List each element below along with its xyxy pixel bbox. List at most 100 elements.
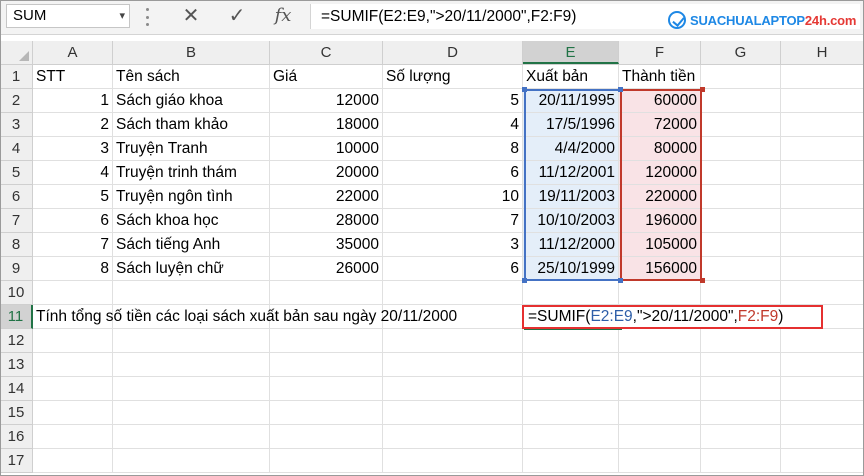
table-cell[interactable]: Truyện Tranh — [113, 137, 269, 160]
table-cell[interactable]: 120000 — [619, 161, 700, 184]
range-handle[interactable] — [522, 278, 527, 283]
header-cell-stt[interactable]: STT — [33, 65, 112, 88]
table-cell[interactable]: 28000 — [270, 209, 382, 232]
table-cell[interactable]: 2 — [33, 113, 112, 136]
table-cell[interactable]: 4 — [33, 161, 112, 184]
table-cell[interactable]: 1 — [33, 89, 112, 112]
table-cell[interactable]: 6 — [383, 161, 522, 184]
column-header-g[interactable]: G — [701, 41, 781, 64]
table-cell[interactable]: Sách khoa học — [113, 209, 269, 232]
column-header-f[interactable]: F — [619, 41, 701, 64]
table-cell[interactable]: Sách tham khảo — [113, 113, 269, 136]
table-cell[interactable]: 5 — [33, 185, 112, 208]
logo-check-icon — [668, 11, 686, 29]
range-handle[interactable] — [522, 87, 527, 92]
column-header-d[interactable]: D — [383, 41, 523, 64]
table-cell[interactable]: 6 — [383, 257, 522, 280]
table-cell[interactable]: 19/11/2003 — [523, 185, 618, 208]
column-header-c[interactable]: C — [270, 41, 383, 64]
range-handle[interactable] — [618, 278, 623, 283]
row-header-5[interactable]: 5 — [0, 161, 33, 185]
row-header-9[interactable]: 9 — [0, 257, 33, 281]
column-header-h[interactable]: H — [781, 41, 864, 64]
table-cell[interactable]: 8 — [383, 137, 522, 160]
table-cell[interactable]: 35000 — [270, 233, 382, 256]
column-header-b[interactable]: B — [113, 41, 270, 64]
table-cell[interactable]: 11/12/2000 — [523, 233, 618, 256]
table-cell[interactable]: 72000 — [619, 113, 700, 136]
table-cell[interactable]: 3 — [383, 233, 522, 256]
table-cell[interactable]: 196000 — [619, 209, 700, 232]
row-header-13[interactable]: 13 — [0, 353, 33, 377]
worksheet-grid[interactable]: STT Tên sách Giá Số lượng Xuất bản Thành tiền… — [33, 65, 864, 473]
column-header-a[interactable]: A — [33, 41, 113, 64]
table-cell[interactable]: 220000 — [619, 185, 700, 208]
range-handle[interactable] — [700, 87, 705, 92]
row-header-16[interactable]: 16 — [0, 425, 33, 449]
row-header-17[interactable]: 17 — [0, 449, 33, 473]
row-header-7[interactable]: 7 — [0, 209, 33, 233]
table-cell[interactable]: 80000 — [619, 137, 700, 160]
table-cell[interactable]: 4 — [383, 113, 522, 136]
table-cell[interactable]: 156000 — [619, 257, 700, 280]
row-header-1[interactable]: 1 — [0, 65, 33, 89]
column-header-e[interactable]: E — [523, 41, 619, 64]
formula-bar-resize-handle[interactable] — [144, 8, 150, 26]
range-reference: E2:E9 — [590, 308, 633, 325]
table-cell[interactable]: 18000 — [270, 113, 382, 136]
table-cell[interactable]: 10 — [383, 185, 522, 208]
select-all-button[interactable] — [0, 41, 33, 64]
table-cell[interactable]: Sách giáo khoa — [113, 89, 269, 112]
row-header-8[interactable]: 8 — [0, 233, 33, 257]
row-header-15[interactable]: 15 — [0, 401, 33, 425]
range-handle[interactable] — [618, 87, 623, 92]
row-header-12[interactable]: 12 — [0, 329, 33, 353]
table-cell[interactable]: Sách luyện chữ — [113, 257, 269, 280]
table-cell[interactable]: 7 — [383, 209, 522, 232]
table-cell[interactable]: Truyện ngôn tình — [113, 185, 269, 208]
table-cell[interactable]: 12000 — [270, 89, 382, 112]
range-handle[interactable] — [700, 278, 705, 283]
row-header-10[interactable]: 10 — [0, 281, 33, 305]
enter-icon[interactable]: ✓ — [222, 3, 252, 29]
name-box[interactable]: SUM ▾ — [6, 4, 130, 28]
table-cell[interactable]: 25/10/1999 — [523, 257, 618, 280]
row-header-2[interactable]: 2 — [0, 89, 33, 113]
table-cell[interactable]: 26000 — [270, 257, 382, 280]
table-cell[interactable]: 20/11/1995 — [523, 89, 618, 112]
note-text[interactable]: Tính tổng số tiền các loại sách xuất bản… — [33, 305, 457, 328]
table-cell[interactable]: 8 — [33, 257, 112, 280]
table-cell[interactable]: 5 — [383, 89, 522, 112]
table-cell[interactable]: 11/12/2001 — [523, 161, 618, 184]
table-cell[interactable]: 7 — [33, 233, 112, 256]
table-cell[interactable]: 60000 — [619, 89, 700, 112]
table-cell[interactable]: 4/4/2000 — [523, 137, 618, 160]
table-cell[interactable]: Sách tiếng Anh — [113, 233, 269, 256]
row-header-6[interactable]: 6 — [0, 185, 33, 209]
header-cell-xuat-ban[interactable]: Xuất bản — [523, 65, 618, 88]
header-cell-ten-sach[interactable]: Tên sách — [113, 65, 269, 88]
gridline-horizontal — [33, 400, 864, 401]
chevron-down-icon[interactable]: ▾ — [119, 5, 125, 27]
table-cell[interactable]: 3 — [33, 137, 112, 160]
cell-formula-e11[interactable]: =SUMIF(E2:E9,">20/11/2000",F2:F9) — [522, 305, 823, 329]
gridline-horizontal — [33, 280, 864, 281]
header-cell-thanh-tien[interactable]: Thành tiền — [619, 65, 700, 88]
table-cell[interactable]: Truyện trinh thám — [113, 161, 269, 184]
row-header-4[interactable]: 4 — [0, 137, 33, 161]
name-box-value: SUM — [13, 7, 47, 24]
table-cell[interactable]: 105000 — [619, 233, 700, 256]
insert-function-icon[interactable]: fx — [268, 3, 298, 29]
table-cell[interactable]: 10/10/2003 — [523, 209, 618, 232]
header-cell-so-luong[interactable]: Số lượng — [383, 65, 522, 88]
cancel-icon[interactable]: ✕ — [176, 3, 206, 29]
table-cell[interactable]: 6 — [33, 209, 112, 232]
table-cell[interactable]: 20000 — [270, 161, 382, 184]
row-header-11[interactable]: 11 — [0, 305, 33, 329]
table-cell[interactable]: 22000 — [270, 185, 382, 208]
row-header-3[interactable]: 3 — [0, 113, 33, 137]
table-cell[interactable]: 17/5/1996 — [523, 113, 618, 136]
row-header-14[interactable]: 14 — [0, 377, 33, 401]
table-cell[interactable]: 10000 — [270, 137, 382, 160]
header-cell-gia[interactable]: Giá — [270, 65, 382, 88]
